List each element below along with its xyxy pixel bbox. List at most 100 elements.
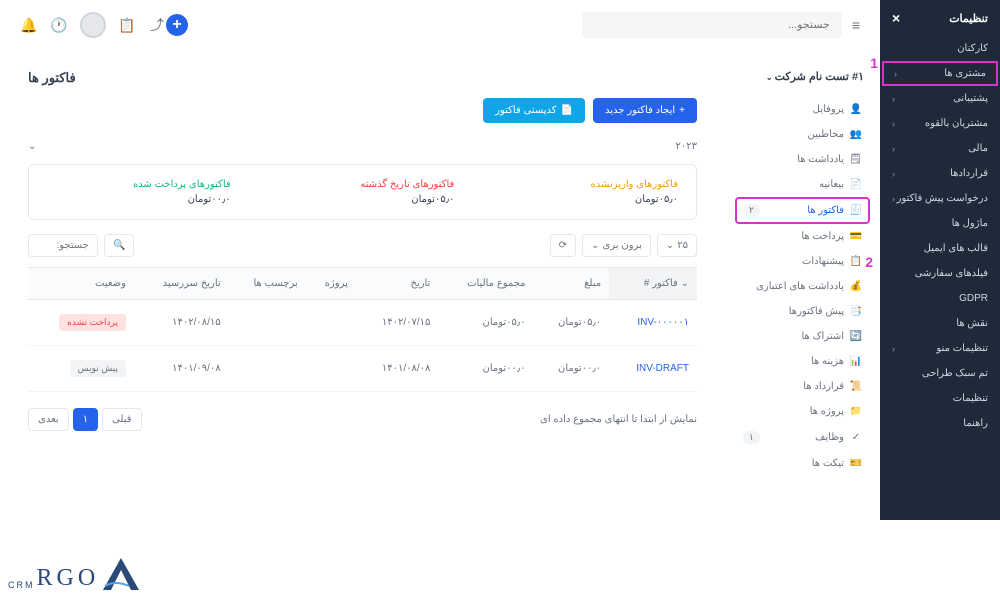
badge: ۱: [743, 431, 760, 444]
chevron-left-icon: ‹: [892, 119, 895, 129]
client-tab[interactable]: 📄بیعانیه: [735, 172, 870, 197]
column-header[interactable]: برچسب ها: [229, 268, 306, 300]
tab-icon: 💳: [850, 231, 862, 242]
sidebar-item[interactable]: مشتریان بالقوه‹: [880, 111, 1000, 136]
column-header[interactable]: پروژه: [306, 268, 356, 300]
new-invoice-button[interactable]: +ایجاد فاکتور جدید: [593, 98, 697, 123]
stat-column: فاکتورهای پرداخت شده۰۰٫۰تومان: [47, 179, 231, 205]
column-header[interactable]: مبلغ: [534, 268, 610, 300]
annotation-2: 2: [865, 254, 873, 270]
sort-icon: ⌄: [681, 278, 689, 289]
invoice-table: ⌄ فاکتور #مبلغمجموع مالیاتتاریخپروژهبرچس…: [28, 267, 697, 392]
client-tab[interactable]: 🔄اشتراک ها: [735, 324, 870, 349]
sidebar-item[interactable]: تم سبک طراحی: [880, 361, 1000, 386]
table-row[interactable]: INV-DRAFT ۰۰٫۰تومان ۰۰٫۰تومان ۱۴۰۱/۰۸/۰۸…: [28, 346, 697, 392]
search-icon[interactable]: 🔍: [104, 234, 134, 257]
search-input[interactable]: [582, 12, 842, 38]
chevron-left-icon: ‹: [892, 344, 895, 354]
chevron-left-icon: ‹: [894, 69, 897, 79]
zip-invoice-button[interactable]: 📄کدپستی فاکتور: [483, 98, 585, 123]
share-icon[interactable]: ⤴: [148, 16, 166, 34]
client-tab[interactable]: 💰یادداشت های اعتباری: [735, 274, 870, 299]
chevron-left-icon: ‹: [892, 144, 895, 154]
column-header[interactable]: تاریخ سررسید: [134, 268, 229, 300]
sidebar-item[interactable]: پشتیبانی‹: [880, 86, 1000, 111]
column-header[interactable]: وضعیت: [28, 268, 134, 300]
sidebar-item[interactable]: فیلدهای سفارشی: [880, 261, 1000, 286]
client-tab[interactable]: 📋پیشنهادات: [735, 249, 870, 274]
tab-icon: 🔄: [850, 331, 862, 342]
client-tab[interactable]: ✓وظایف۱: [735, 424, 870, 451]
export-button[interactable]: برون بری ⌄: [582, 234, 651, 257]
page-title: فاکتور ها: [28, 70, 697, 86]
refresh-button[interactable]: ⟳: [550, 234, 576, 257]
invoice-link[interactable]: INV-۰۰۰۰۰۱: [637, 317, 689, 328]
column-header[interactable]: ⌄ فاکتور #: [609, 268, 697, 300]
action-bar: +ایجاد فاکتور جدید 📄کدپستی فاکتور: [28, 98, 697, 123]
logo: RGO CRM: [8, 556, 141, 592]
client-tab[interactable]: 🧾فاکتور ها۲: [735, 197, 870, 224]
client-tab[interactable]: 📁پروژه ها: [735, 399, 870, 424]
table-footer: نمایش از ابتدا تا انتهای مجموع داده ای ق…: [28, 408, 697, 431]
chevron-down-icon[interactable]: ⌄: [28, 141, 36, 152]
settings-title: تنظیمات: [949, 12, 988, 25]
client-tab[interactable]: 💳پرداخت ها: [735, 224, 870, 249]
year-selector: ۲۰۲۳ ⌄: [28, 135, 697, 164]
client-tab[interactable]: 🗒یادداشت ها: [735, 147, 870, 172]
chevron-left-icon: ‹: [892, 194, 895, 204]
sidebar-item[interactable]: کارکنان: [880, 36, 1000, 61]
main-content: فاکتور ها +ایجاد فاکتور جدید 📄کدپستی فاک…: [0, 50, 725, 451]
tab-icon: 👥: [850, 129, 862, 140]
add-button[interactable]: +: [166, 14, 188, 36]
sidebar-item[interactable]: مالی‹: [880, 136, 1000, 161]
tab-icon: 📄: [850, 179, 862, 190]
avatar[interactable]: [80, 12, 106, 38]
sidebar-item[interactable]: تنظیمات منو‹: [880, 336, 1000, 361]
settings-header: تنظیمات ×: [880, 0, 1000, 36]
chevron-left-icon: ‹: [892, 94, 895, 104]
client-title[interactable]: #۱ تست نام شرکت⌄: [735, 70, 870, 97]
clock-icon[interactable]: 🕐: [50, 16, 68, 34]
sidebar-item[interactable]: ماژول ها: [880, 211, 1000, 236]
page-1-button[interactable]: ۱: [73, 408, 98, 431]
tab-icon: 🧾: [850, 205, 862, 216]
stat-column: فاکتورهای واریزنشده۰۵٫۰تومان: [494, 179, 678, 205]
client-tab[interactable]: 👥مخاطبین: [735, 122, 870, 147]
sidebar-item[interactable]: قالب های ایمیل: [880, 236, 1000, 261]
next-button[interactable]: بعدی: [28, 408, 69, 431]
topbar: ≡ + ⤴ 📋 🕐 🔔: [0, 0, 880, 50]
tab-icon: 📜: [850, 381, 862, 392]
stat-value: ۰۵٫۰تومان: [494, 194, 678, 205]
annotation-1: 1: [870, 55, 878, 71]
client-tab[interactable]: 📑پیش فاکتورها: [735, 299, 870, 324]
stat-value: ۰۵٫۰تومان: [271, 194, 455, 205]
client-tab[interactable]: 📊هزینه ها: [735, 349, 870, 374]
prev-button[interactable]: قبلی: [102, 408, 141, 431]
bell-icon[interactable]: 🔔: [20, 16, 38, 34]
clipboard-icon[interactable]: 📋: [118, 16, 136, 34]
invoice-link[interactable]: INV-DRAFT: [636, 363, 689, 374]
sidebar-item[interactable]: راهنما: [880, 411, 1000, 436]
close-icon[interactable]: ×: [892, 10, 900, 26]
tab-icon: 📊: [850, 356, 862, 367]
table-controls: ۲۵ ⌄ برون بری ⌄ ⟳ 🔍: [28, 234, 697, 257]
client-tab[interactable]: 👤پروفایل: [735, 97, 870, 122]
year-label: ۲۰۲۳: [676, 141, 697, 152]
client-tab[interactable]: 🎫تیکت ها: [735, 451, 870, 476]
table-search-input[interactable]: [28, 234, 98, 257]
status-badge: پرداخت نشده: [59, 314, 126, 331]
sidebar-item[interactable]: نقش ها: [880, 311, 1000, 336]
sidebar-item[interactable]: GDPR: [880, 286, 1000, 311]
filter-icon[interactable]: ≡: [852, 17, 860, 33]
column-header[interactable]: تاریخ: [356, 268, 439, 300]
sidebar-item[interactable]: قراردادها‹: [880, 161, 1000, 186]
sidebar-item[interactable]: درخواست پیش فاکتور‹: [880, 186, 1000, 211]
sidebar-item[interactable]: تنظیمات: [880, 386, 1000, 411]
sidebar-item[interactable]: مشتری ها‹: [882, 61, 998, 86]
pager: قبلی ۱ بعدی: [28, 408, 142, 431]
footer-text: نمایش از ابتدا تا انتهای مجموع داده ای: [540, 414, 697, 425]
column-header[interactable]: مجموع مالیات: [438, 268, 533, 300]
client-tab[interactable]: 📜قرارداد ها: [735, 374, 870, 399]
table-row[interactable]: INV-۰۰۰۰۰۱ ۰۵٫۰تومان ۰۵٫۰تومان ۱۴۰۲/۰۷/۱…: [28, 300, 697, 346]
page-size-select[interactable]: ۲۵ ⌄: [657, 234, 697, 257]
